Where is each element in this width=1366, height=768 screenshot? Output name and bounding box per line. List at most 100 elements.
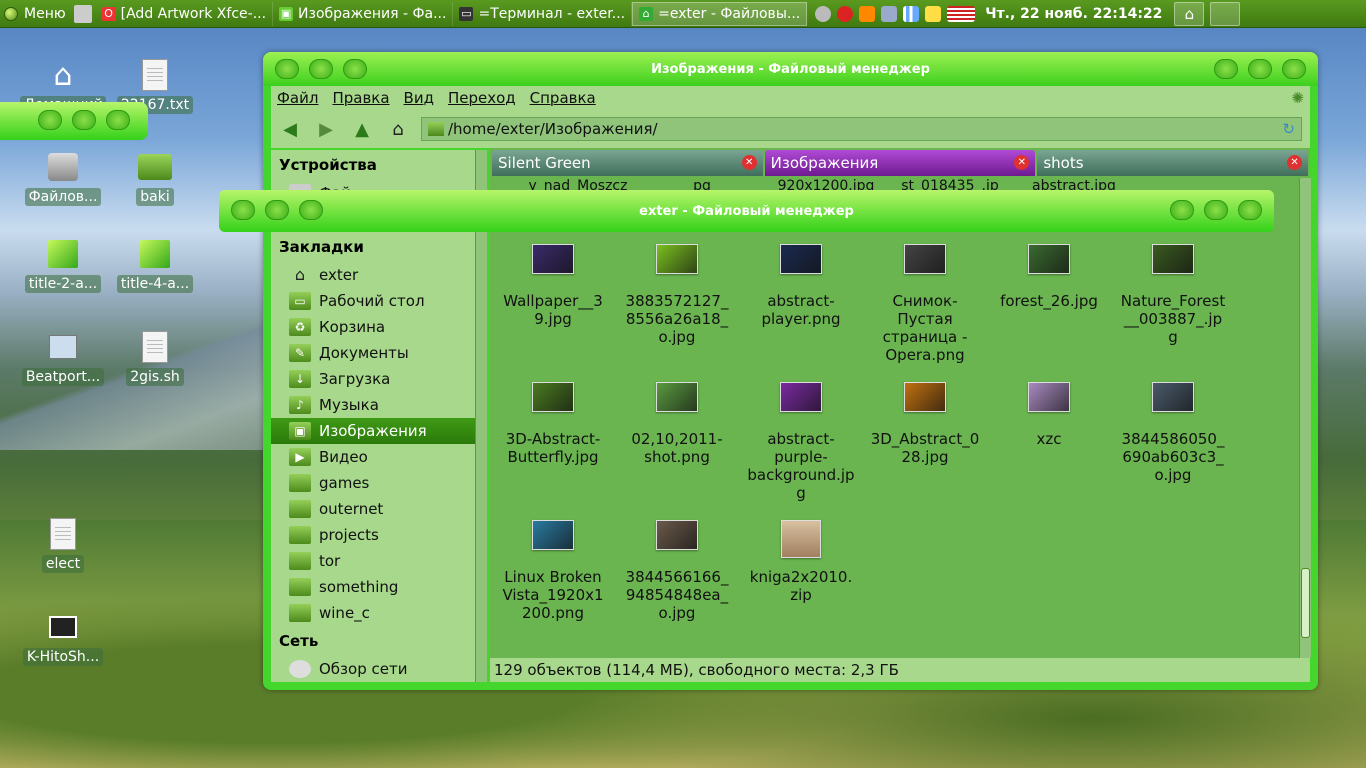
folder-icon: ▶ [289, 448, 311, 466]
show-desktop-home-icon[interactable]: ⌂ [1174, 1, 1205, 26]
workspace-icon[interactable] [1210, 1, 1241, 26]
close-icon[interactable] [106, 110, 130, 130]
file-item[interactable]: 3D_Abstract_0 28.jpg [864, 382, 986, 466]
sidebar-item-games[interactable]: games [271, 470, 475, 496]
file-view-scrollbar[interactable] [1299, 178, 1311, 658]
tab-2[interactable]: shots ✕ [1037, 150, 1309, 176]
close-icon[interactable]: ✕ [1287, 155, 1303, 170]
opera-icon[interactable] [837, 5, 854, 22]
file-item[interactable]: 3844566166_ 94854848ea_ o.jpg [616, 520, 738, 622]
desktop-icon-label: 2gis.sh [126, 368, 184, 386]
sidebar-item-Изображения[interactable]: ▣ Изображения [271, 418, 475, 444]
green-icon [138, 237, 172, 271]
menu-item-4[interactable]: Справка [530, 89, 596, 107]
taskbar-button[interactable]: ⌂ =exter - Файловы... [632, 1, 808, 26]
file-item[interactable]: abstract- player.png [740, 244, 862, 328]
mail-icon[interactable] [925, 5, 942, 22]
home-icon[interactable]: ⌂ [385, 116, 411, 142]
file-item[interactable]: Linux Broken Vista_1920x1 200.png [492, 520, 614, 622]
sidebar-item-Видео[interactable]: ▶ Видео [271, 444, 475, 470]
file-item[interactable]: Wallpaper__3 9.jpg [492, 244, 614, 328]
image-thumbnail [1152, 244, 1194, 274]
file-item[interactable]: kniga2x2010. zip [740, 520, 862, 604]
file-item[interactable]: xzc [988, 382, 1110, 448]
sidebar-item-Корзина[interactable]: ♻ Корзина [271, 314, 475, 340]
desktop-icon[interactable]: title-4-a... [112, 237, 198, 297]
sidebar-item-network[interactable]: Обзор сети [271, 656, 475, 682]
desktop-icon[interactable]: Beatport... [20, 330, 106, 390]
exter-window-titlebar[interactable]: exter - Файловый менеджер [219, 190, 1274, 232]
shade-icon[interactable] [343, 59, 367, 79]
app-menu-button[interactable]: Меню [0, 0, 74, 28]
sidebar-item-exter[interactable]: ⌂ exter [271, 262, 475, 288]
file-item[interactable]: 02,10,2011- shot.png [616, 382, 738, 466]
window-titlebar[interactable]: Изображения - Файловый менеджер [263, 52, 1318, 86]
file-item[interactable]: Nature_Forest __003887_.jp g [1112, 244, 1234, 346]
close-icon[interactable] [1282, 59, 1306, 79]
folder-icon: ▣ [289, 422, 311, 440]
window-menu-icon[interactable] [231, 200, 255, 220]
close-icon[interactable]: ✕ [741, 155, 757, 170]
desktop-icon[interactable]: K-HitoSh... [20, 610, 106, 670]
reload-icon[interactable]: ↻ [1282, 120, 1295, 138]
forward-arrow-icon[interactable]: ▶ [313, 116, 339, 142]
window-menu-icon[interactable] [275, 59, 299, 79]
minimize-icon[interactable] [1170, 200, 1194, 220]
sidebar-item-Музыка[interactable]: ♪ Музыка [271, 392, 475, 418]
tab-1[interactable]: Изображения ✕ [764, 150, 1036, 176]
sidebar-item-wine_c[interactable]: wine_c [271, 600, 475, 626]
desktop-icon[interactable]: 2gis.sh [112, 330, 198, 390]
vlc-icon[interactable] [859, 5, 876, 22]
sidebar-item-Загрузка[interactable]: ↓ Загрузка [271, 366, 475, 392]
network-icon [289, 660, 311, 678]
scrollbar-thumb[interactable] [1301, 568, 1310, 638]
folder-icon: ▣ [279, 6, 294, 21]
menu-item-3[interactable]: Переход [448, 89, 516, 107]
desktop-icon[interactable]: Файлов... [20, 150, 106, 210]
file-item[interactable]: abstract- purple- background.jp g [740, 382, 862, 502]
taskbar-button[interactable]: O [Add Artwork Xfce-... [96, 1, 274, 26]
file-item[interactable]: 3883572127_ 8556a26a18_ o.jpg [616, 244, 738, 346]
tab-0[interactable]: Silent Green ✕ [492, 150, 763, 176]
sidebar-item-something[interactable]: something [271, 574, 475, 600]
close-icon[interactable]: ✕ [1014, 155, 1030, 170]
launcher-icon[interactable] [73, 4, 92, 23]
sidebar-item-Рабочий стол[interactable]: ▭ Рабочий стол [271, 288, 475, 314]
maximize-icon[interactable] [72, 110, 96, 130]
location-bar[interactable]: /home/exter/Изображения/ ↻ [421, 117, 1302, 141]
back-arrow-icon[interactable]: ◀ [277, 116, 303, 142]
file-item[interactable]: 3844586050_ 690ab603c3_ o.jpg [1112, 382, 1234, 484]
shade-icon[interactable] [299, 200, 323, 220]
sidebar-item-Документы[interactable]: ✎ Документы [271, 340, 475, 366]
menu-item-2[interactable]: Вид [404, 89, 434, 107]
sidebar-item-label: outernet [319, 500, 384, 518]
maximize-icon[interactable] [1204, 200, 1228, 220]
folder-icon: ▭ [289, 292, 311, 310]
taskbar-button[interactable]: ▣ Изображения - Фа... [273, 1, 454, 26]
sticky-icon[interactable] [309, 59, 333, 79]
minimize-icon[interactable] [1214, 59, 1238, 79]
desktop-icon[interactable]: title-2-a... [20, 237, 106, 297]
taskbar-button[interactable]: ▭ =Терминал - exter... [453, 1, 633, 26]
menu-item-0[interactable]: Файл [277, 89, 318, 107]
network-icon[interactable] [815, 5, 832, 22]
sticky-icon[interactable] [265, 200, 289, 220]
maximize-icon[interactable] [1248, 59, 1272, 79]
device-icon[interactable] [881, 5, 898, 22]
file-item[interactable]: forest_26.jpg [988, 244, 1110, 310]
file-item[interactable]: 3D-Abstract- Butterfly.jpg [492, 382, 614, 466]
minimized-window-bar[interactable] [0, 102, 148, 140]
signal-icon[interactable] [903, 5, 920, 22]
close-icon[interactable] [1238, 200, 1262, 220]
us-flag-icon[interactable] [947, 5, 976, 22]
desktop-icon[interactable]: elect [20, 517, 106, 577]
file-item[interactable]: Снимок- Пустая страница - Opera.png [864, 244, 986, 364]
menu-item-1[interactable]: Правка [332, 89, 389, 107]
desktop-icon[interactable]: baki [112, 150, 198, 210]
up-arrow-icon[interactable]: ▲ [349, 116, 375, 142]
clock[interactable]: Чт., 22 нояб. 22:14:22 [985, 6, 1162, 22]
minimize-icon[interactable] [38, 110, 62, 130]
sidebar-item-outernet[interactable]: outernet [271, 496, 475, 522]
sidebar-item-projects[interactable]: projects [271, 522, 475, 548]
sidebar-item-tor[interactable]: tor [271, 548, 475, 574]
